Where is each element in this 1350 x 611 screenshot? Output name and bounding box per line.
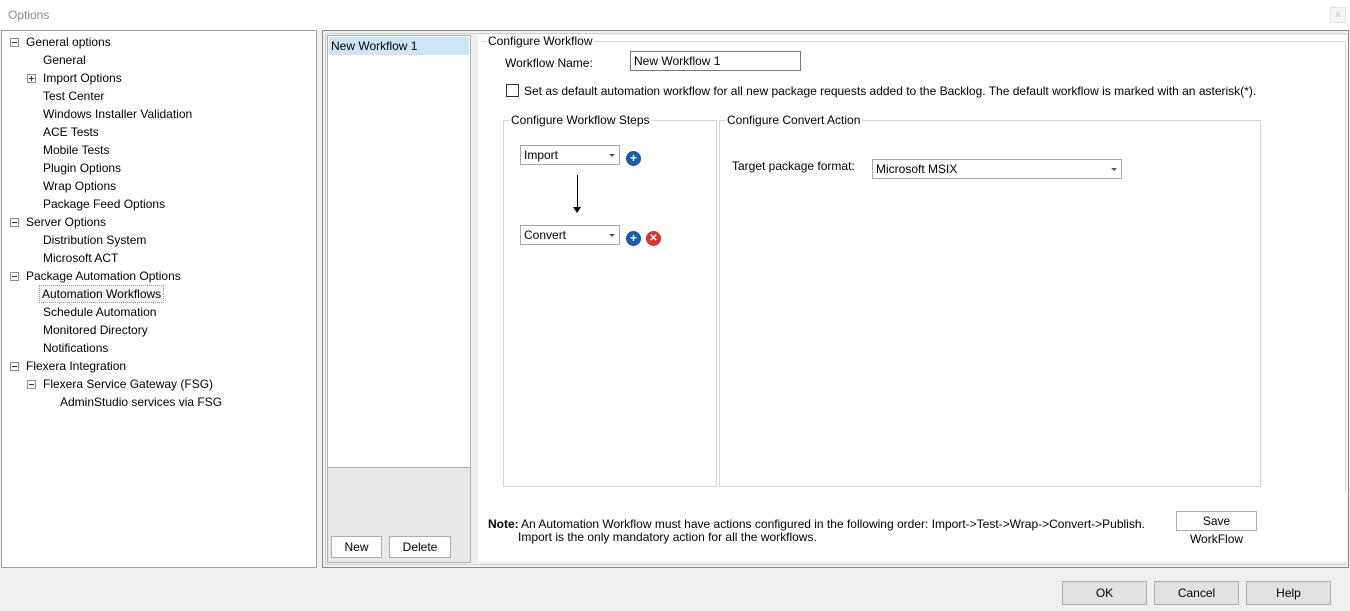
tree-item-general-options[interactable]: General options [10,33,113,51]
workflow-list-item[interactable]: New Workflow 1 [329,37,469,55]
tree-item-automation-workflows[interactable]: Automation Workflows [39,285,165,303]
collapse-icon[interactable] [10,272,19,281]
cancel-button[interactable]: Cancel [1154,581,1239,605]
tree-item-server-options[interactable]: Server Options [10,213,108,231]
workflow-name-label: Workflow Name: [505,56,593,70]
close-icon: x [1335,9,1341,20]
workflow-list[interactable]: New Workflow 1 [327,35,471,468]
tree-item-import-options[interactable]: Import Options [27,69,124,87]
add-step-icon[interactable]: + [626,151,641,166]
note-line-1: An Automation Workflow must have actions… [521,517,1145,531]
step-combo-convert[interactable]: Convert [520,225,620,245]
dropdown-arrow-icon [609,154,615,157]
note-line-2: Import is the only mandatory action for … [518,530,817,544]
tree-item-notifications[interactable]: Notifications [41,339,110,357]
collapse-icon[interactable] [10,362,19,371]
tree-item-microsoft-act[interactable]: Microsoft ACT [41,249,120,267]
tree-item-general[interactable]: General [41,51,88,69]
tree-item-plugin-options[interactable]: Plugin Options [41,159,123,177]
ok-button[interactable]: OK [1062,581,1147,605]
tree-item-mobile-tests[interactable]: Mobile Tests [41,141,111,159]
help-button[interactable]: Help [1246,581,1331,605]
target-format-select[interactable]: Microsoft MSIX [872,159,1122,179]
expand-icon[interactable] [27,74,36,83]
dropdown-arrow-icon [609,234,615,237]
target-format-value: Microsoft MSIX [876,162,958,176]
tree-item-schedule-automation[interactable]: Schedule Automation [41,303,158,321]
collapse-icon[interactable] [10,218,19,227]
tree-item-package-automation-options[interactable]: Package Automation Options [10,267,183,285]
step-combo-import[interactable]: Import [520,145,620,165]
tree-item-flexera-integration[interactable]: Flexera Integration [10,357,128,375]
new-workflow-button[interactable]: New [331,536,382,558]
default-workflow-label: Set as default automation workflow for a… [524,84,1257,98]
dropdown-arrow-icon [1111,168,1117,171]
tree-item-ace-tests[interactable]: ACE Tests [41,123,101,141]
tree-item-distribution-system[interactable]: Distribution System [41,231,148,249]
workflow-steps-title: Configure Workflow Steps [509,113,652,127]
window-title: Options [8,8,50,22]
collapse-icon[interactable] [10,38,19,47]
note-prefix: Note: [488,517,519,531]
step-combo-value: Convert [524,228,567,242]
step-combo-value: Import [524,148,559,162]
remove-step-icon[interactable]: ✕ [646,231,661,246]
tree-item-windows-installer-validation[interactable]: Windows Installer Validation [41,105,194,123]
add-step-icon[interactable]: + [626,231,641,246]
flow-arrow-icon [573,175,581,213]
workflow-name-input[interactable]: New Workflow 1 [630,51,801,71]
close-button[interactable]: x [1330,7,1346,23]
tree-item-wrap-options[interactable]: Wrap Options [41,177,118,195]
tree-item-adminstudio-services[interactable]: AdminStudio services via FSG [58,393,224,411]
tree-item-test-center[interactable]: Test Center [41,87,106,105]
delete-workflow-button[interactable]: Delete [389,536,451,558]
title-bar: Options x [0,0,1350,30]
tree-item-monitored-directory[interactable]: Monitored Directory [41,321,150,339]
collapse-icon[interactable] [27,380,36,389]
tree-item-flexera-service-gateway[interactable]: Flexera Service Gateway (FSG) [27,375,215,393]
default-workflow-checkbox[interactable] [506,84,519,97]
configure-workflow-title: Configure Workflow [486,34,595,48]
save-workflow-button[interactable]: Save WorkFlow [1176,511,1257,546]
workflow-steps-group: Configure Workflow Steps [503,113,717,487]
tree-item-package-feed-options[interactable]: Package Feed Options [41,195,167,213]
convert-action-title: Configure Convert Action [725,113,863,127]
options-tree[interactable]: General options General Import Options T… [1,30,317,568]
target-format-label: Target package format: [732,159,855,173]
